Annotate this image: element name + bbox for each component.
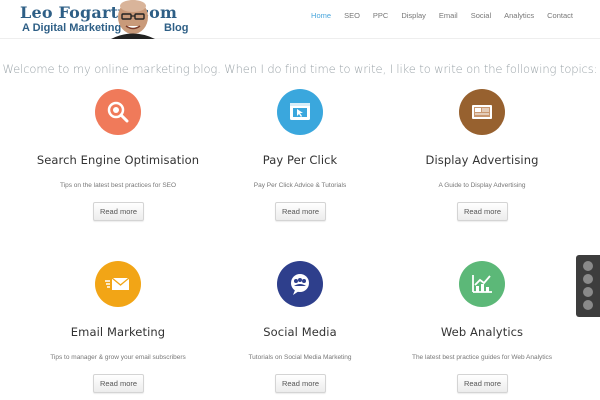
feature-title[interactable]: Display Advertising (382, 153, 582, 167)
read-more-button[interactable]: Read more (275, 374, 326, 393)
feature-title[interactable]: Search Engine Optimisation (18, 153, 218, 167)
envelope-icon[interactable] (95, 261, 141, 307)
read-more-button[interactable]: Read more (275, 202, 326, 221)
feature-description: Pay Per Click Advice & Tutorials (253, 182, 347, 189)
facebook-icon[interactable] (583, 261, 593, 271)
feature-title[interactable]: Pay Per Click (200, 153, 400, 167)
twitter-icon[interactable] (583, 274, 593, 284)
feature-card: Email Marketing Tips to manager & grow yo… (18, 261, 218, 396)
nav-item-display[interactable]: Display (401, 11, 426, 20)
read-more-button[interactable]: Read more (457, 374, 508, 393)
site-header: Leo Fogarty .com A Digital Marketing Blo… (0, 0, 600, 39)
nav-item-social[interactable]: Social (471, 11, 491, 20)
read-more-button[interactable]: Read more (93, 202, 144, 221)
nav-item-analytics[interactable]: Analytics (504, 11, 534, 20)
nav-item-home[interactable]: Home (311, 11, 331, 20)
nav-item-contact[interactable]: Contact (547, 11, 573, 20)
feature-card: Web Analytics The latest best practice gu… (382, 261, 582, 396)
browser-click-icon[interactable] (277, 89, 323, 135)
feature-title[interactable]: Social Media (200, 325, 400, 339)
rss-icon[interactable] (583, 300, 593, 310)
logo-caricature-icon (111, 0, 155, 39)
feature-title[interactable]: Web Analytics (382, 325, 582, 339)
feature-description: Tips on the latest best practices for SE… (59, 182, 177, 189)
search-icon[interactable] (95, 89, 141, 135)
nav-item-email[interactable]: Email (439, 11, 458, 20)
read-more-button[interactable]: Read more (457, 202, 508, 221)
site-logo[interactable]: Leo Fogarty .com A Digital Marketing Blo… (20, 0, 195, 39)
feature-description: Tips to manager & grow your email subscr… (50, 354, 186, 361)
social-sidebar (576, 255, 600, 317)
ad-display-icon[interactable] (459, 89, 505, 135)
googleplus-icon[interactable] (583, 287, 593, 297)
feature-description: Tutorials on Social Media Marketing (248, 354, 352, 361)
nav-item-ppc[interactable]: PPC (373, 11, 388, 20)
feature-card: Social Media Tutorials on Social Media Ma… (200, 261, 400, 396)
nav-item-seo[interactable]: SEO (344, 11, 360, 20)
feature-description: A Guide to Display Advertising (438, 182, 526, 189)
social-chat-icon[interactable] (277, 261, 323, 307)
intro-text: Welcome to my online marketing blog. Whe… (2, 62, 598, 76)
feature-description: The latest best practice guides for Web … (411, 354, 553, 361)
read-more-button[interactable]: Read more (93, 374, 144, 393)
feature-card: Pay Per Click Pay Per Click Advice & Tuto… (200, 89, 400, 224)
feature-card: Search Engine Optimisation Tips on the la… (18, 89, 218, 224)
feature-title[interactable]: Email Marketing (18, 325, 218, 339)
analytics-chart-icon[interactable] (459, 261, 505, 307)
logo-tagline-end: Blog (164, 22, 189, 34)
feature-card: Display Advertising A Guide to Display Ad… (382, 89, 582, 224)
main-nav: Home SEO PPC Display Email Social Analytics Con… (298, 11, 573, 20)
